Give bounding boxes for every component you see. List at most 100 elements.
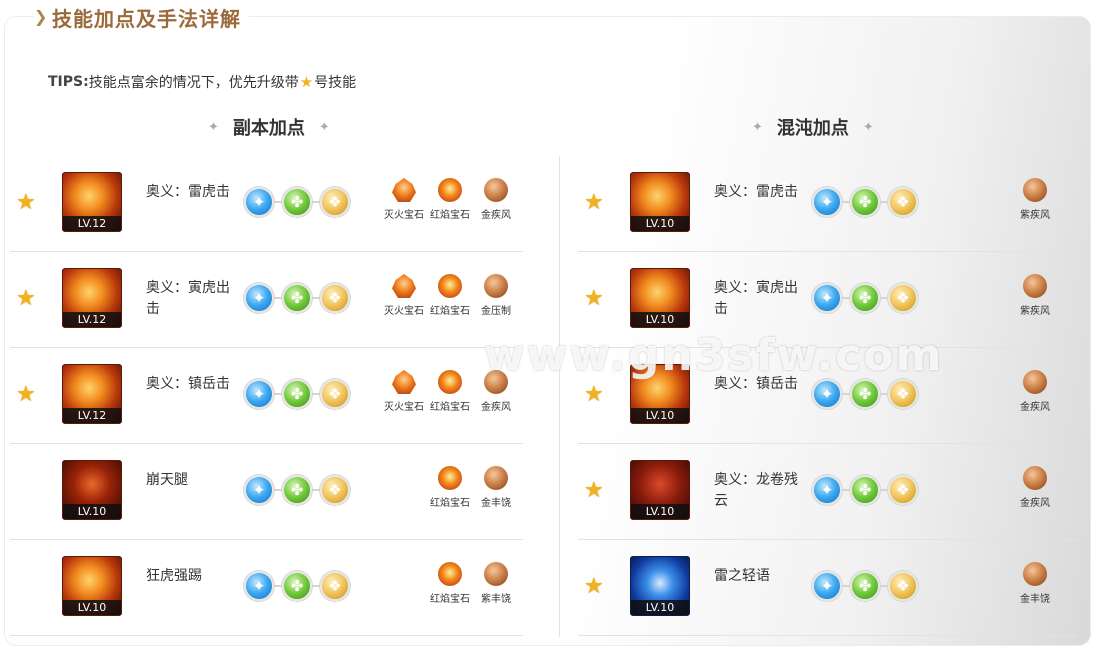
tips-text-end: 号技能 xyxy=(314,75,357,91)
gem-item[interactable]: 红焰宝石 xyxy=(427,370,473,413)
gem-item[interactable]: 红焰宝石 xyxy=(427,466,473,509)
gem-icon xyxy=(392,370,416,394)
tripod-rune-icon[interactable]: ❖ xyxy=(888,571,918,601)
gem-item[interactable]: 紫丰饶 xyxy=(473,562,519,605)
rune-connector xyxy=(312,297,320,299)
gem-icon xyxy=(484,178,508,202)
left-column-title: ✦ 副本加点 ✦ xyxy=(194,114,344,140)
tripod-rune-icon[interactable]: ❖ xyxy=(888,283,918,313)
gem-item[interactable]: 紫疾风 xyxy=(1012,178,1058,221)
gem-item[interactable]: 紫疾风 xyxy=(1012,274,1058,317)
gem-list: 灭火宝石 红焰宝石 金疾风 xyxy=(381,178,519,221)
tripod-runes: ✦ ✤ ❖ xyxy=(812,571,918,601)
tripod-rune-icon[interactable]: ✤ xyxy=(282,571,312,601)
tripod-rune-icon[interactable]: ✦ xyxy=(244,187,274,217)
tripod-rune-icon[interactable]: ✦ xyxy=(812,283,842,313)
tripod-rune-icon[interactable]: ✤ xyxy=(282,379,312,409)
gem-item[interactable]: 金丰饶 xyxy=(473,466,519,509)
gem-icon xyxy=(484,466,508,490)
tips-text-start: 技能点富余的情况下，优先升级带 xyxy=(88,75,299,91)
tripod-runes: ✦ ✤ ❖ xyxy=(812,283,918,313)
tripod-rune-icon[interactable]: ❖ xyxy=(320,283,350,313)
tripod-rune-icon[interactable]: ✦ xyxy=(244,379,274,409)
dungeon-build-column: ★ LV.12 奥义：雷虎击 ✦ ✤ ❖ 灭火宝石 红焰宝石 金疾风 ★ LV.12 奥义：寅虎出击 ✦… xyxy=(10,156,523,636)
column-divider xyxy=(559,156,560,637)
skill-icon[interactable]: LV.10 xyxy=(630,364,690,424)
tripod-rune-icon[interactable]: ✤ xyxy=(850,283,880,313)
skill-row: ★ LV.12 奥义：雷虎击 ✦ ✤ ❖ 灭火宝石 红焰宝石 金疾风 xyxy=(10,156,523,252)
diamond-arrow-icon: ❯ xyxy=(34,7,48,26)
tripod-rune-icon[interactable]: ✤ xyxy=(282,475,312,505)
skill-name: 奥义：雷虎击 xyxy=(714,184,798,200)
gem-item[interactable]: 灭火宝石 xyxy=(381,370,427,413)
skill-name: 奥义：龙卷残云 xyxy=(714,472,798,509)
gem-list: 灭火宝石 红焰宝石 金疾风 xyxy=(381,370,519,413)
tripod-rune-icon[interactable]: ✦ xyxy=(812,475,842,505)
gem-label: 金丰饶 xyxy=(481,498,511,509)
skill-level-label: LV.10 xyxy=(63,600,121,615)
gem-item[interactable]: 红焰宝石 xyxy=(427,562,473,605)
gem-label: 灭火宝石 xyxy=(384,210,424,221)
tripod-rune-icon[interactable]: ✤ xyxy=(850,571,880,601)
rune-connector xyxy=(880,489,888,491)
skill-icon[interactable]: LV.10 xyxy=(630,460,690,520)
rune-connector xyxy=(274,489,282,491)
gem-item[interactable]: 金疾风 xyxy=(473,178,519,221)
tripod-rune-icon[interactable]: ✦ xyxy=(812,379,842,409)
gem-icon xyxy=(1023,466,1047,490)
rune-connector xyxy=(312,201,320,203)
gem-item[interactable]: 红焰宝石 xyxy=(427,178,473,221)
tripod-rune-icon[interactable]: ✤ xyxy=(850,187,880,217)
gem-item[interactable]: 红焰宝石 xyxy=(427,274,473,317)
skill-name: 崩天腿 xyxy=(146,472,188,488)
sparkle-icon: ✦ xyxy=(208,119,219,135)
skill-row: ★ LV.10 雷之轻语 ✦ ✤ ❖ 金丰饶 xyxy=(578,540,1078,636)
tripod-rune-icon[interactable]: ❖ xyxy=(320,379,350,409)
skill-icon[interactable]: LV.10 xyxy=(630,556,690,616)
gem-item[interactable]: 金疾风 xyxy=(473,370,519,413)
tripod-rune-icon[interactable]: ❖ xyxy=(888,187,918,217)
gem-item[interactable]: 金疾风 xyxy=(1012,370,1058,413)
rune-connector xyxy=(842,393,850,395)
tripod-rune-icon[interactable]: ✤ xyxy=(282,187,312,217)
tripod-rune-icon[interactable]: ❖ xyxy=(320,571,350,601)
skill-name: 雷之轻语 xyxy=(714,568,770,584)
tripod-rune-icon[interactable]: ✦ xyxy=(812,571,842,601)
skill-icon[interactable]: LV.12 xyxy=(62,364,122,424)
tripod-rune-icon[interactable]: ✦ xyxy=(244,571,274,601)
gem-item[interactable]: 灭火宝石 xyxy=(381,274,427,317)
star-icon: ★ xyxy=(16,382,36,407)
skill-name: 奥义：镇岳击 xyxy=(714,376,798,392)
skill-name: 奥义：寅虎出击 xyxy=(714,280,798,317)
skill-icon[interactable]: LV.12 xyxy=(62,172,122,232)
section-heading: ❯ 技能加点及手法详解 xyxy=(34,2,249,32)
gem-icon xyxy=(438,178,462,202)
gem-list: 金疾风 xyxy=(1012,466,1058,509)
tripod-rune-icon[interactable]: ✤ xyxy=(850,379,880,409)
skill-icon[interactable]: LV.10 xyxy=(62,460,122,520)
star-icon: ★ xyxy=(299,73,314,91)
gem-item[interactable]: 金压制 xyxy=(473,274,519,317)
tripod-rune-icon[interactable]: ❖ xyxy=(320,187,350,217)
skill-icon[interactable]: LV.10 xyxy=(62,556,122,616)
tripod-rune-icon[interactable]: ✤ xyxy=(282,283,312,313)
tripod-rune-icon[interactable]: ❖ xyxy=(888,379,918,409)
gem-icon xyxy=(438,466,462,490)
tripod-rune-icon[interactable]: ✦ xyxy=(812,187,842,217)
skill-icon[interactable]: LV.10 xyxy=(630,172,690,232)
gem-item[interactable]: 金疾风 xyxy=(1012,466,1058,509)
gem-icon xyxy=(1023,562,1047,586)
tripod-rune-icon[interactable]: ✦ xyxy=(244,283,274,313)
gem-item[interactable]: 金丰饶 xyxy=(1012,562,1058,605)
gem-item[interactable]: 灭火宝石 xyxy=(381,178,427,221)
tripod-rune-icon[interactable]: ✦ xyxy=(244,475,274,505)
tripod-rune-icon[interactable]: ❖ xyxy=(320,475,350,505)
skill-name: 奥义：寅虎出击 xyxy=(146,280,230,317)
tripod-rune-icon[interactable]: ✤ xyxy=(850,475,880,505)
rune-connector xyxy=(274,297,282,299)
sparkle-icon: ✦ xyxy=(862,119,874,135)
skill-icon[interactable]: LV.12 xyxy=(62,268,122,328)
tripod-rune-icon[interactable]: ❖ xyxy=(888,475,918,505)
gem-icon xyxy=(1023,274,1047,298)
skill-icon[interactable]: LV.10 xyxy=(630,268,690,328)
